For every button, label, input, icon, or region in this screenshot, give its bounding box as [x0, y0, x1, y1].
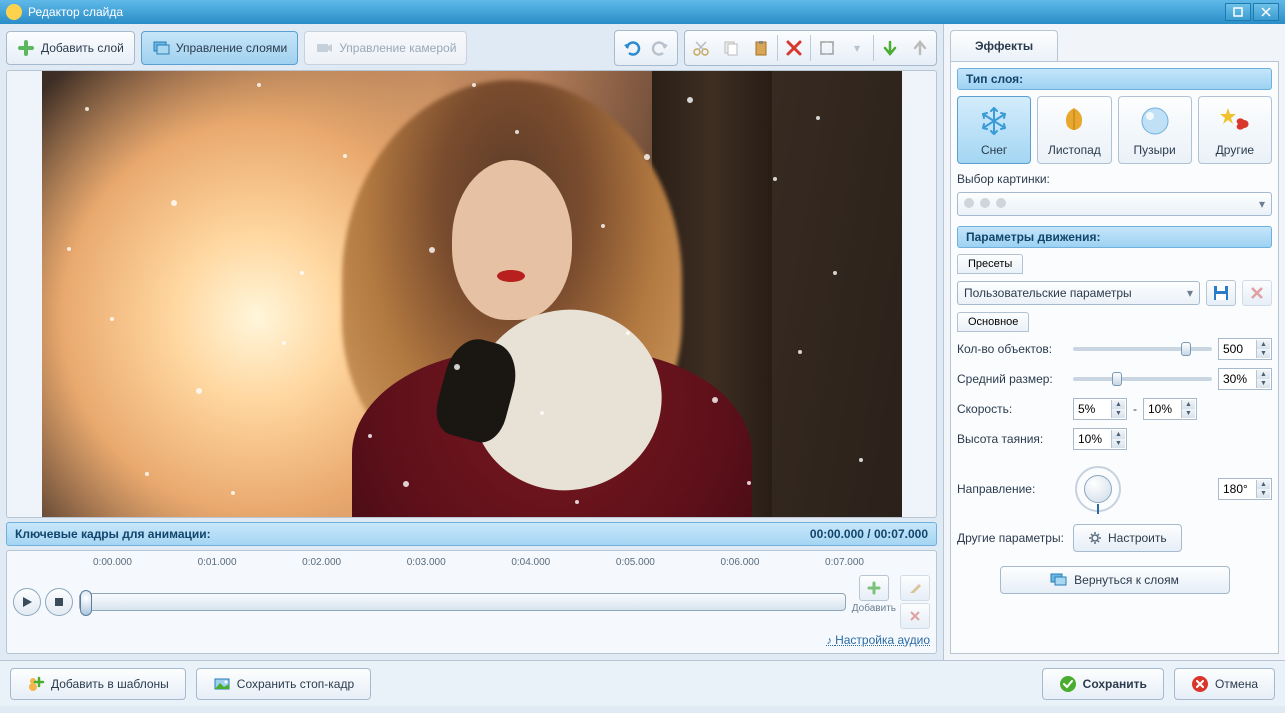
timeline-header: Ключевые кадры для анимации: 00:00.000 /… — [6, 522, 937, 546]
leaf-icon — [1056, 103, 1092, 139]
section-layer-type: Тип слоя: — [957, 68, 1272, 90]
move-down-button[interactable] — [876, 33, 904, 63]
melt-label: Высота таяния: — [957, 432, 1067, 446]
count-label: Кол-во объектов: — [957, 342, 1067, 356]
camera-icon — [315, 39, 333, 57]
preset-value: Пользовательские параметры — [964, 286, 1132, 300]
presets-tab[interactable]: Пресеты — [957, 254, 1023, 274]
undo-button[interactable] — [617, 33, 645, 63]
edit-keyframe-button — [900, 575, 930, 601]
frame-icon — [213, 675, 231, 693]
title-bar: Редактор слайда — [0, 0, 1285, 24]
speed-max-value[interactable]: 10%▲▼ — [1143, 398, 1197, 420]
redo-button — [647, 33, 675, 63]
cut-button — [687, 33, 715, 63]
speed-min-value[interactable]: 5%▲▼ — [1073, 398, 1127, 420]
copy-button — [717, 33, 745, 63]
add-layer-label: Добавить слой — [41, 41, 124, 55]
shapes-icon — [1217, 103, 1253, 139]
tab-effects[interactable]: Эффекты — [950, 30, 1058, 61]
app-icon — [6, 4, 22, 20]
melt-value[interactable]: 10%▲▼ — [1073, 428, 1127, 450]
timeline: 0:00.000 0:01.000 0:02.000 0:03.000 0:04… — [6, 550, 937, 654]
playhead[interactable] — [80, 590, 92, 616]
count-slider[interactable] — [1073, 347, 1212, 351]
other-params-label: Другие параметры: — [957, 531, 1067, 545]
add-to-templates-button[interactable]: Добавить в шаблоны — [10, 668, 186, 700]
cancel-icon — [1191, 675, 1209, 693]
count-value[interactable]: 500▲▼ — [1218, 338, 1272, 360]
delete-keyframe-button — [900, 603, 930, 629]
main-params-tab[interactable]: Основное — [957, 312, 1029, 332]
close-button[interactable] — [1253, 3, 1279, 21]
section-motion-params: Параметры движения: — [957, 226, 1272, 248]
direction-value[interactable]: 180°▲▼ — [1218, 478, 1272, 500]
fit-dropdown: ▾ — [843, 33, 871, 63]
maximize-button[interactable] — [1225, 3, 1251, 21]
configure-button[interactable]: Настроить — [1073, 524, 1182, 552]
play-button[interactable] — [13, 588, 41, 616]
manage-layers-label: Управление слоями — [176, 41, 287, 55]
timeline-track[interactable] — [79, 593, 846, 611]
audio-settings-link[interactable]: ♪ Настройка аудио — [13, 633, 930, 647]
layer-type-snow-label: Снег — [981, 143, 1007, 157]
camera-control-button: Управление камерой — [304, 31, 467, 65]
layer-type-bubble-label: Пузыри — [1134, 143, 1176, 157]
timeline-title: Ключевые кадры для анимации: — [15, 527, 211, 541]
direction-label: Направление: — [957, 482, 1067, 496]
delete-button[interactable] — [780, 33, 808, 63]
size-label: Средний размер: — [957, 372, 1067, 386]
gear-icon — [1088, 531, 1102, 545]
slide-preview[interactable] — [6, 70, 937, 518]
timeline-time: 00:00.000 / 00:07.000 — [810, 527, 928, 541]
bottom-bar: Добавить в шаблоны Сохранить стоп-кадр С… — [0, 660, 1285, 706]
save-button[interactable]: Сохранить — [1042, 668, 1164, 700]
layers-icon — [152, 39, 170, 57]
return-to-layers-button[interactable]: Вернуться к слоям — [1000, 566, 1230, 594]
check-icon — [1059, 675, 1077, 693]
delete-preset-button — [1242, 280, 1272, 306]
add-layer-button[interactable]: Добавить слой — [6, 31, 135, 65]
main-toolbar: Добавить слой Управление слоями Управлен… — [6, 30, 937, 66]
direction-dial[interactable] — [1073, 464, 1123, 514]
layer-type-other-label: Другие — [1216, 143, 1254, 157]
size-value[interactable]: 30%▲▼ — [1218, 368, 1272, 390]
image-select-dropdown[interactable]: ▾ — [957, 192, 1272, 216]
move-up-button — [906, 33, 934, 63]
save-frame-button[interactable]: Сохранить стоп-кадр — [196, 668, 371, 700]
camera-control-label: Управление камерой — [339, 41, 456, 55]
manage-layers-button[interactable]: Управление слоями — [141, 31, 298, 65]
preset-dropdown[interactable]: Пользовательские параметры▾ — [957, 281, 1200, 305]
bubble-icon — [1137, 103, 1173, 139]
layer-type-bubble[interactable]: Пузыри — [1118, 96, 1192, 164]
size-slider[interactable] — [1073, 377, 1212, 381]
image-select-label: Выбор картинки: — [957, 172, 1050, 186]
layer-type-leaf[interactable]: Листопад — [1037, 96, 1111, 164]
layer-type-snow[interactable]: Снег — [957, 96, 1031, 164]
layers-icon — [1050, 573, 1068, 587]
paste-button[interactable] — [747, 33, 775, 63]
plus-icon — [17, 39, 35, 57]
add-keyframe-button[interactable] — [859, 575, 889, 601]
snowflake-icon — [976, 103, 1012, 139]
window-title: Редактор слайда — [28, 5, 123, 19]
cancel-button[interactable]: Отмена — [1174, 668, 1275, 700]
timeline-ruler: 0:00.000 0:01.000 0:02.000 0:03.000 0:04… — [93, 557, 840, 571]
add-keyframe-label: Добавить — [852, 603, 896, 614]
layer-type-other[interactable]: Другие — [1198, 96, 1272, 164]
speed-label: Скорость: — [957, 402, 1067, 416]
stop-button[interactable] — [45, 588, 73, 616]
save-preset-button[interactable] — [1206, 280, 1236, 306]
template-icon — [27, 675, 45, 693]
fit-button — [813, 33, 841, 63]
layer-type-leaf-label: Листопад — [1048, 143, 1101, 157]
